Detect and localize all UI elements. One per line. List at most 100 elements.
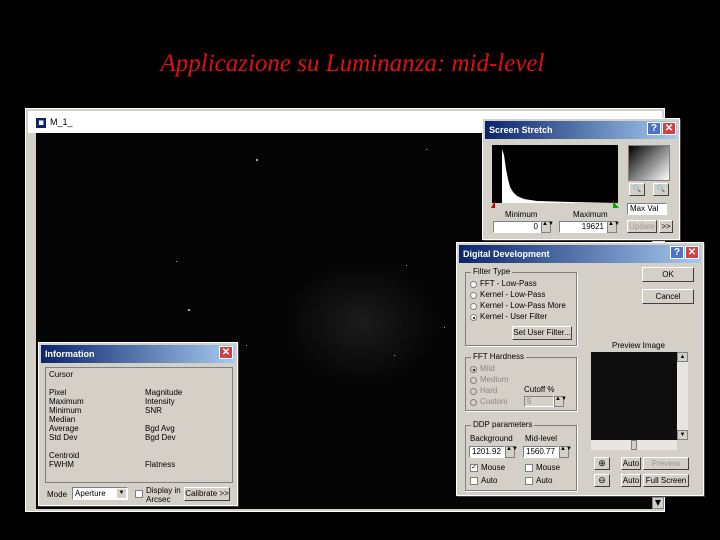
calibrate-button[interactable]: Calibrate >> xyxy=(184,487,230,501)
zoom-out-icon[interactable]: ⊖ xyxy=(594,474,610,487)
scroll-down-arrow[interactable]: ▼ xyxy=(677,430,688,440)
info-panel: Cursor Pixel Maximum Minimum Median Average S… xyxy=(45,367,233,483)
midlevel-auto-checkbox[interactable] xyxy=(525,477,533,485)
zoom-out-icon[interactable]: 🔍 xyxy=(653,183,669,196)
filter-label: Kernel - Low-Pass xyxy=(480,290,546,299)
help-button[interactable]: ? xyxy=(647,122,661,135)
background-input[interactable]: 1201.92 xyxy=(469,446,505,458)
ok-button[interactable]: OK xyxy=(642,267,694,282)
fft-radio-custom[interactable] xyxy=(470,399,477,406)
filter-radio-fft-lowpass[interactable] xyxy=(470,281,477,288)
fft-option-label: Mild xyxy=(480,364,495,373)
preview-image[interactable] xyxy=(591,352,677,440)
close-button[interactable]: ✕ xyxy=(685,246,699,259)
midlevel-label: Mid-level xyxy=(525,434,558,443)
mode-value: Aperture xyxy=(75,489,106,498)
star xyxy=(426,149,427,150)
preview-button[interactable]: Preview xyxy=(643,457,689,470)
mouse-label: Mouse xyxy=(536,463,561,472)
info-right-column: Magnitude Intensity SNR Bgd Avg Bgd Dev Flatn… xyxy=(145,388,182,469)
stretch-mode-value: Max Val xyxy=(630,204,659,213)
help-button[interactable]: ? xyxy=(670,246,684,259)
ddp-parameters-label: DDP parameters xyxy=(471,420,535,429)
minimum-input[interactable]: 0 xyxy=(493,221,541,233)
info-field-label xyxy=(145,415,182,424)
midlevel-mouse-checkbox[interactable] xyxy=(525,464,533,472)
info-field-label xyxy=(49,442,84,451)
fft-radio-hard[interactable] xyxy=(470,388,477,395)
hscroll-thumb[interactable] xyxy=(631,440,637,450)
fft-radio-medium[interactable] xyxy=(470,377,477,384)
info-left-column: Pixel Maximum Minimum Median Average Std Dev C… xyxy=(49,388,84,469)
full-screen-button[interactable]: Full Screen xyxy=(643,474,689,487)
minimum-spinner[interactable]: ▲▼ xyxy=(541,221,554,233)
close-button[interactable]: ✕ xyxy=(219,346,233,359)
background-mouse-checkbox[interactable]: ✓ xyxy=(470,464,478,472)
midlevel-input[interactable]: 1560.77 xyxy=(523,446,559,458)
info-field-label: Bgd Dev xyxy=(145,433,176,442)
display-arcsec-checkbox[interactable] xyxy=(135,490,143,498)
preview-image-label: Preview Image xyxy=(612,341,665,350)
star xyxy=(256,159,258,161)
cancel-button[interactable]: Cancel xyxy=(642,289,694,304)
filter-type-group: Filter Type FFT - Low-Pass Kernel - Low-… xyxy=(465,267,577,346)
info-field-label: Std Dev xyxy=(49,433,78,442)
cutoff-label: Cutoff % xyxy=(524,385,555,394)
maximum-label: Maximum xyxy=(573,210,608,219)
expand-button[interactable]: >> xyxy=(659,220,673,233)
digital-development-title[interactable]: Digital Development xyxy=(459,245,701,263)
gradient-preview xyxy=(628,145,670,181)
background-auto-checkbox[interactable] xyxy=(470,477,478,485)
slide-title: Applicazione su Luminanza: mid-level xyxy=(160,50,545,77)
close-button[interactable]: ✕ xyxy=(662,122,676,135)
cutoff-input[interactable]: 5 xyxy=(524,396,554,407)
histogram-markers[interactable] xyxy=(489,201,623,209)
star xyxy=(406,265,407,266)
histogram[interactable] xyxy=(492,145,618,203)
nebula xyxy=(286,263,436,383)
mode-select[interactable]: Aperture ▼ xyxy=(72,487,128,500)
background-spinner[interactable]: ▲▼ xyxy=(505,446,518,458)
preview-vscroll[interactable]: ▲ ▼ xyxy=(677,352,688,440)
digital-development-window: Digital Development ? ✕ Filter Type FFT … xyxy=(456,242,704,496)
fft-hardness-group: FFT Hardness Mild Medium Hard Custom Cut… xyxy=(465,352,577,411)
info-field-label: Flatness xyxy=(145,460,176,469)
zoom-in-icon[interactable]: ⊕ xyxy=(594,457,610,470)
filter-label: Kernel - Low-Pass More xyxy=(480,301,566,310)
filter-radio-kernel-lowpass[interactable] xyxy=(470,292,477,299)
info-field-label: Centroid xyxy=(49,451,80,460)
info-field-label: FWHM xyxy=(49,460,74,469)
chevron-down-icon[interactable]: ▼ xyxy=(117,489,126,498)
image-window-icon: ▪ xyxy=(36,118,46,128)
fft-hardness-label: FFT Hardness xyxy=(471,352,526,361)
star xyxy=(176,261,177,262)
update-button[interactable]: Update xyxy=(627,220,657,233)
filter-radio-kernel-lowpass-more[interactable] xyxy=(470,303,477,310)
scroll-up-arrow[interactable]: ▲ xyxy=(677,352,688,362)
filter-radio-kernel-user[interactable] xyxy=(470,314,477,321)
info-field-label: SNR xyxy=(145,406,162,415)
auto-label: Auto xyxy=(536,476,553,485)
midlevel-spinner[interactable]: ▲▼ xyxy=(559,446,572,458)
star xyxy=(246,345,247,346)
zoom-in-icon[interactable]: 🔍 xyxy=(629,183,645,196)
auto-button[interactable]: Auto xyxy=(621,474,641,487)
stretch-mode-select[interactable]: Max Val xyxy=(627,203,667,215)
fft-option-label: Custom xyxy=(480,397,508,406)
maximum-input[interactable]: 19621 xyxy=(559,221,607,233)
info-field-label: Magnitude xyxy=(145,388,183,397)
auto-label: Auto xyxy=(481,476,498,485)
information-title[interactable]: Information xyxy=(41,345,235,363)
ddp-parameters-group: DDP parameters Background Mid-level 1201… xyxy=(465,420,577,491)
cutoff-spinner[interactable]: ▲▼ xyxy=(554,396,567,407)
maximum-spinner[interactable]: ▲▼ xyxy=(607,221,620,233)
fft-radio-mild[interactable] xyxy=(470,366,477,373)
info-field-label: Bgd Avg xyxy=(145,424,175,433)
set-user-filter-button[interactable]: Set User Filter... xyxy=(512,326,572,340)
auto-button[interactable]: Auto xyxy=(621,457,641,470)
display-arcsec-label: Display in Arcsec xyxy=(146,486,181,504)
preview-hscroll[interactable] xyxy=(591,440,677,450)
scroll-down-arrow[interactable]: ▼ xyxy=(652,497,664,509)
info-field-label: Average xyxy=(49,424,79,433)
info-field-label: Pixel xyxy=(49,388,67,397)
